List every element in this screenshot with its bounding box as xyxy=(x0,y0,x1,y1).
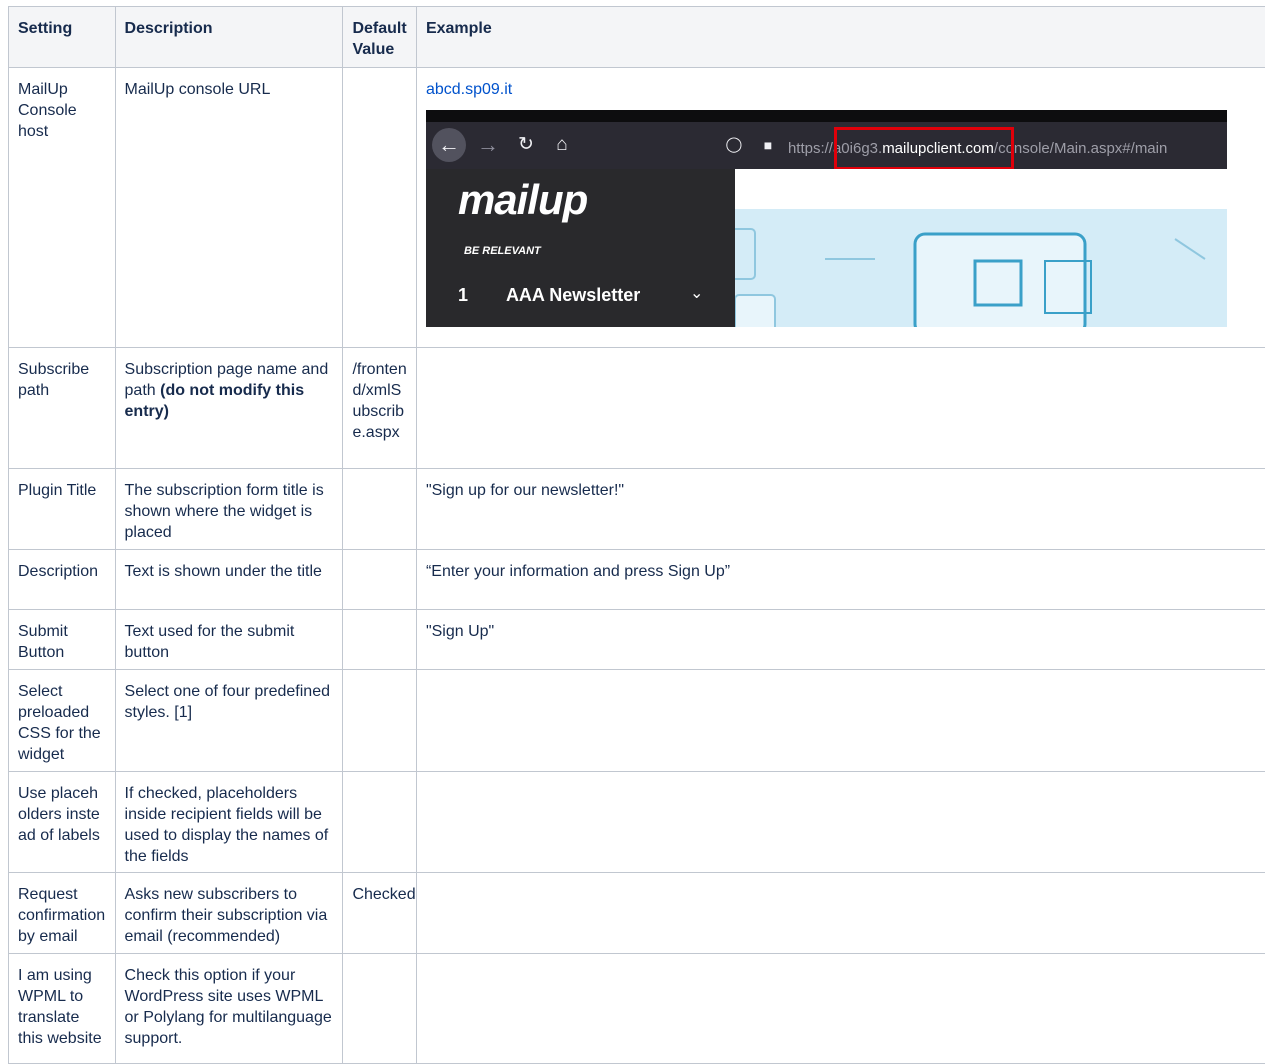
settings-table: Setting Description Default Value Exampl… xyxy=(8,6,1265,1064)
default-cell xyxy=(343,469,416,550)
description-cell: Text used for the submit button xyxy=(115,610,343,670)
setting-cell: Use placeholders instead of labels xyxy=(9,772,116,873)
console-host-link[interactable]: abcd.sp09.it xyxy=(426,81,512,98)
default-cell xyxy=(343,550,416,610)
default-cell xyxy=(343,954,416,1064)
table-row: I am using WPML to translate this websit… xyxy=(9,954,1265,1064)
setting-cell: Request confirmation by email xyxy=(9,873,116,954)
example-cell: "Sign up for our newsletter!" xyxy=(416,469,1265,550)
chevron-down-icon: ⌄ xyxy=(690,283,703,304)
header-row: Setting Description Default Value Exampl… xyxy=(9,7,1265,68)
example-cell: "Sign Up" xyxy=(416,610,1265,670)
list-name: AAA Newsletter xyxy=(506,285,640,306)
table-row: Plugin Title The subscription form title… xyxy=(9,469,1265,550)
header-setting: Setting xyxy=(9,7,116,68)
back-arrow-icon: ← xyxy=(432,128,466,162)
default-cell: /frontend/xmlSubscribe.aspx xyxy=(343,348,416,469)
default-cell xyxy=(343,772,416,873)
shield-icon: ◯ xyxy=(724,130,744,160)
example-cell xyxy=(416,348,1265,469)
console-illustration xyxy=(735,209,1227,327)
browser-screenshot: ← → ↻ ⌂ ◯ ■ https://a0i6g3.mailupclient.… xyxy=(426,110,1227,327)
url-highlight-box xyxy=(834,127,1014,170)
default-cell xyxy=(343,670,416,772)
list-number: 1 xyxy=(458,285,468,306)
table-row: Subscribe path Subscription page name an… xyxy=(9,348,1265,469)
browser-tab-strip xyxy=(426,110,1227,122)
header-default-value: Default Value xyxy=(343,7,416,68)
setting-cell: Description xyxy=(9,550,116,610)
description-cell: MailUp console URL xyxy=(115,68,343,348)
mailup-sidebar: mailup BE RELEVANT 1 AAA Newsletter ⌄ xyxy=(426,169,735,327)
default-cell xyxy=(343,610,416,670)
example-cell xyxy=(416,954,1265,1064)
table-row: Description Text is shown under the titl… xyxy=(9,550,1265,610)
example-cell: “Enter your information and press Sign U… xyxy=(416,550,1265,610)
header-description: Description xyxy=(115,7,343,68)
setting-cell: Select preloaded CSS for the widget xyxy=(9,670,116,772)
setting-cell: I am using WPML to translate this websit… xyxy=(9,954,116,1064)
example-cell xyxy=(416,873,1265,954)
example-cell xyxy=(416,772,1265,873)
table-row: Select preloaded CSS for the widget Sele… xyxy=(9,670,1265,772)
setting-cell: Subscribe path xyxy=(9,348,116,469)
table-row: Submit Button Text used for the submit b… xyxy=(9,610,1265,670)
home-icon: ⌂ xyxy=(550,130,574,160)
setting-cell: Submit Button xyxy=(9,610,116,670)
header-example: Example xyxy=(416,7,1265,68)
reload-icon: ↻ xyxy=(514,130,538,160)
forward-arrow-icon: → xyxy=(476,130,500,160)
table-row: MailUp Console host MailUp console URL a… xyxy=(9,68,1265,348)
description-cell: Check this option if your WordPress site… xyxy=(115,954,343,1064)
default-cell xyxy=(343,68,416,348)
console-content xyxy=(735,169,1227,327)
description-cell: Asks new subscribers to confirm their su… xyxy=(115,873,343,954)
setting-cell: MailUp Console host xyxy=(9,68,116,348)
description-cell: Select one of four predefined styles. [1… xyxy=(115,670,343,772)
default-cell: Checked xyxy=(343,873,416,954)
example-cell xyxy=(416,670,1265,772)
description-cell: Text is shown under the title xyxy=(115,550,343,610)
browser-toolbar: ← → ↻ ⌂ ◯ ■ https://a0i6g3.mailupclient.… xyxy=(426,122,1227,169)
mailup-logo: mailup xyxy=(458,189,587,210)
table-row: Use placeholders instead of labels If ch… xyxy=(9,772,1265,873)
mailup-tagline: BE RELEVANT xyxy=(464,241,541,262)
table-row: Request confirmation by email Asks new s… xyxy=(9,873,1265,954)
setting-cell: Plugin Title xyxy=(9,469,116,550)
example-cell: abcd.sp09.it ← → ↻ ⌂ ◯ ■ https://a0i6g3.… xyxy=(416,68,1265,348)
description-cell: The subscription form title is shown whe… xyxy=(115,469,343,550)
description-cell: Subscription page name and path (do not … xyxy=(115,348,343,469)
description-cell: If checked, placeholders inside recipien… xyxy=(115,772,343,873)
lock-icon: ■ xyxy=(758,130,778,160)
